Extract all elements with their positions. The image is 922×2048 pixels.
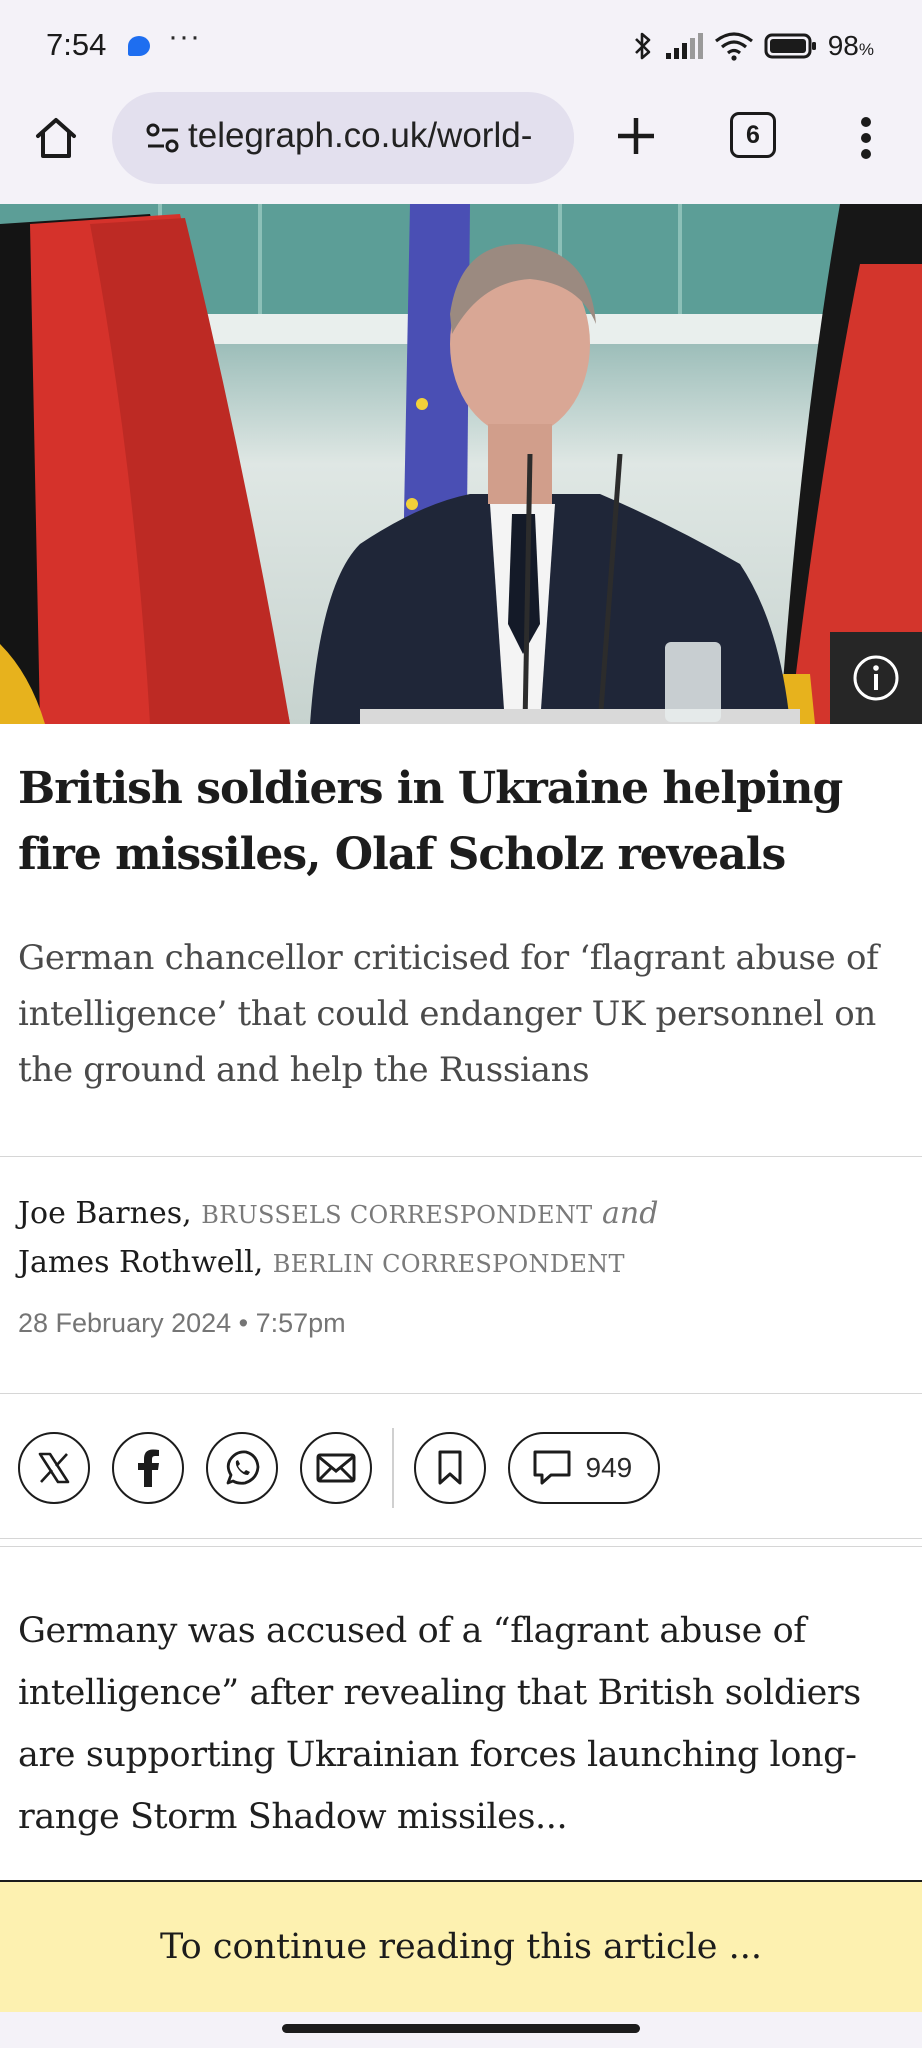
- whatsapp-icon: [226, 1450, 260, 1485]
- image-info-button[interactable]: [830, 632, 922, 724]
- more-menu-icon: [861, 117, 871, 159]
- url-text[interactable]: telegraph.co.uk/world-: [188, 116, 532, 156]
- article-headline: British soldiers in Ukraine helping fire…: [18, 763, 843, 880]
- share-whatsapp-button[interactable]: [206, 1432, 278, 1504]
- gesture-bar[interactable]: [282, 2024, 640, 2033]
- author-name[interactable]: James Rothwell,: [18, 1245, 263, 1280]
- share-x-button[interactable]: [18, 1432, 90, 1504]
- new-tab-button[interactable]: [606, 106, 666, 166]
- address-bar[interactable]: telegraph.co.uk/world-: [112, 92, 574, 184]
- share-facebook-button[interactable]: [112, 1432, 184, 1504]
- bookmark-button[interactable]: [413, 1432, 486, 1504]
- comments-button[interactable]: 949: [507, 1432, 661, 1504]
- author-role: BERLIN CORRESPONDENT: [272, 1250, 625, 1278]
- author-line: Joe Barnes, BRUSSELS CORRESPONDENT and: [18, 1190, 904, 1239]
- article-hero-image: [0, 204, 922, 724]
- author-line: James Rothwell, BERLIN CORRESPONDENT: [18, 1239, 904, 1288]
- home-icon: [36, 118, 76, 158]
- divider: [0, 1393, 922, 1394]
- article-body: Germany was accused of a “flagrant abuse…: [18, 1611, 861, 1837]
- share-toolbar: 949: [18, 1428, 661, 1508]
- divider: [0, 1538, 922, 1539]
- signal-icon: [665, 33, 703, 59]
- status-bar: 7:54 ··· 98%: [0, 0, 922, 92]
- status-overflow: ···: [168, 20, 201, 53]
- author-name[interactable]: Joe Barnes,: [18, 1196, 192, 1231]
- wifi-icon: [714, 32, 753, 61]
- email-icon: [316, 1453, 356, 1483]
- paywall-text: To continue reading this article ...: [160, 1927, 762, 1967]
- bluetooth-icon: [634, 32, 651, 60]
- paywall-banner[interactable]: To continue reading this article ...: [0, 1880, 922, 2012]
- x-icon: [38, 1452, 70, 1484]
- site-settings-icon[interactable]: [146, 122, 180, 154]
- status-time: 7:54: [46, 27, 107, 62]
- new-tab-icon: [618, 118, 654, 154]
- article-standfirst: German chancellor criticised for ‘flagra…: [18, 938, 879, 1090]
- bookmark-icon: [438, 1450, 461, 1485]
- tab-switcher-icon[interactable]: 6: [730, 112, 776, 158]
- divider: [0, 1546, 922, 1547]
- browser-toolbar: telegraph.co.uk/world- 6: [0, 92, 922, 204]
- info-icon: [853, 655, 899, 701]
- article-date: 28 February 2024 • 7:57pm: [18, 1308, 346, 1338]
- divider: [0, 1156, 922, 1157]
- battery-percent: 98%: [827, 30, 874, 61]
- author-conjunction: and: [602, 1196, 659, 1231]
- share-email-button[interactable]: [300, 1432, 372, 1504]
- battery-icon: [764, 33, 816, 59]
- comment-icon: [533, 1450, 570, 1485]
- author-role: BRUSSELS CORRESPONDENT: [201, 1201, 593, 1229]
- home-button[interactable]: [28, 110, 84, 166]
- status-icons: 98%: [632, 28, 874, 64]
- url-fade: [534, 92, 574, 184]
- messages-icon: [128, 36, 150, 56]
- byline: Joe Barnes, BRUSSELS CORRESPONDENT and J…: [18, 1190, 904, 1288]
- more-menu-button[interactable]: [838, 108, 894, 168]
- comments-count: 949: [585, 1452, 633, 1483]
- share-divider: [392, 1428, 394, 1508]
- facebook-icon: [138, 1449, 159, 1487]
